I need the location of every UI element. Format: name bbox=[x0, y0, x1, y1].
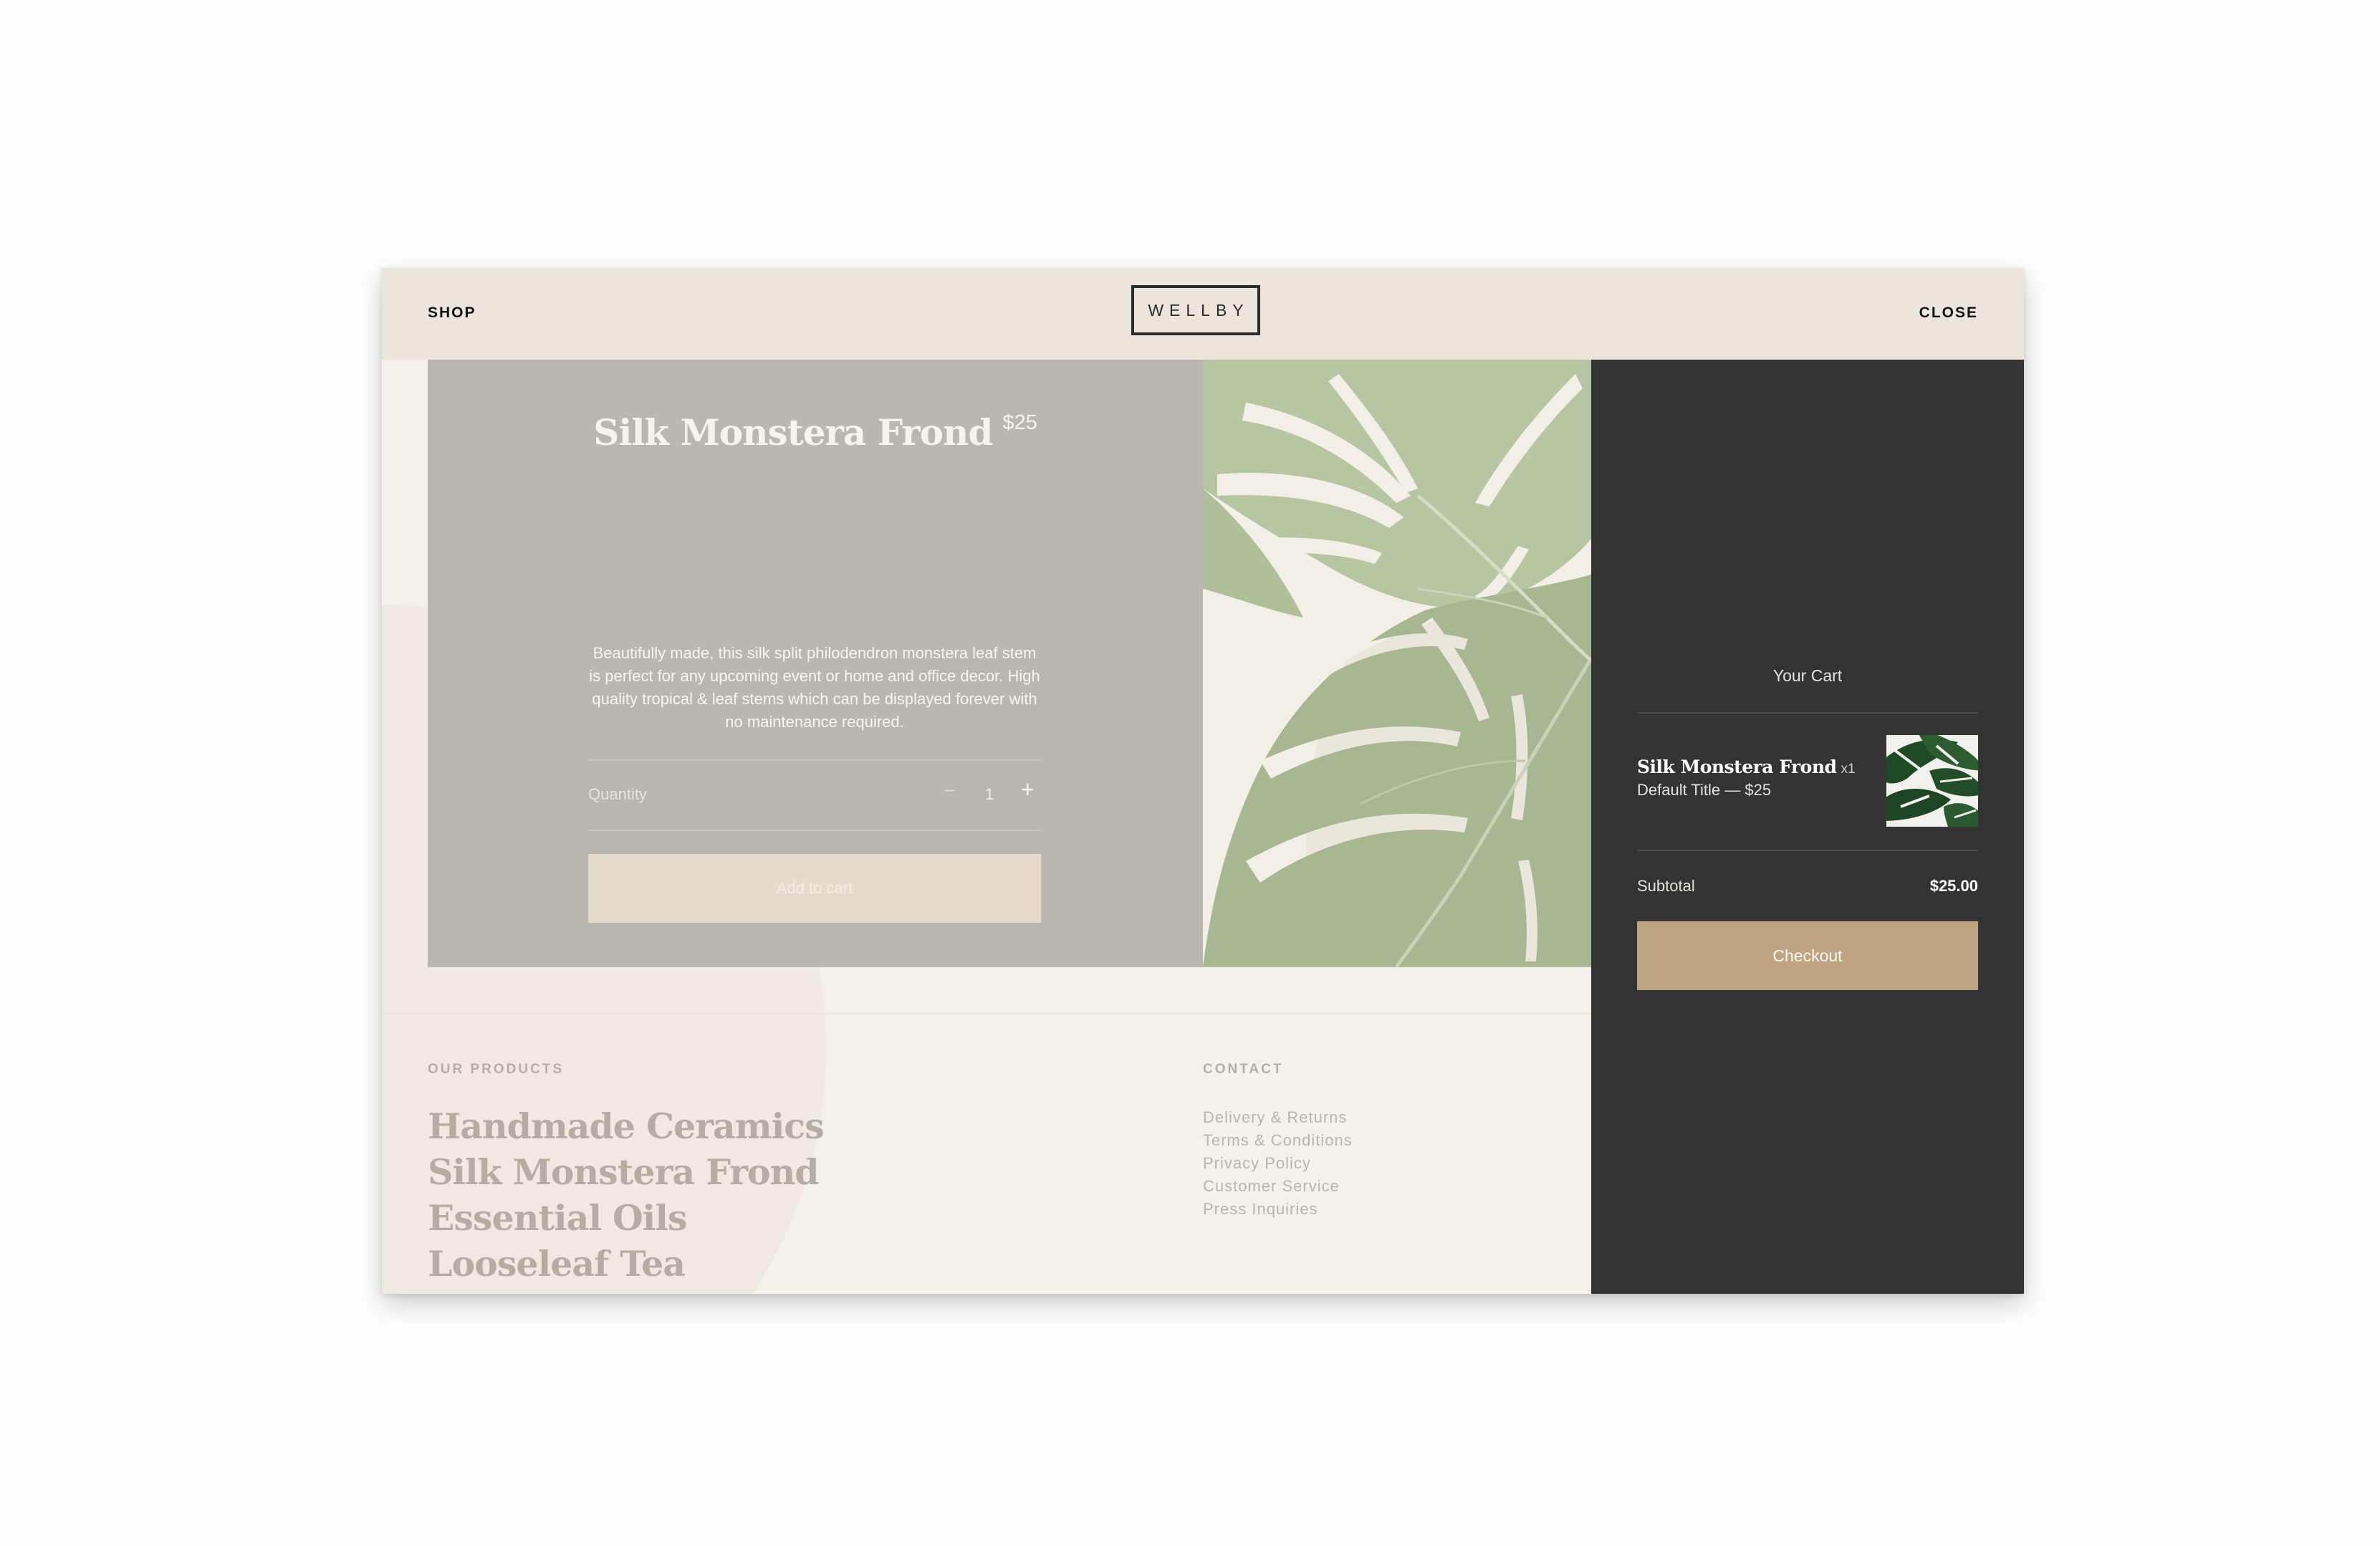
quantity-increment-button[interactable]: + bbox=[1021, 777, 1035, 803]
site-header: SHOP WELLBY CLOSE bbox=[382, 268, 2024, 360]
product-link-silk-monstera-frond[interactable]: Silk Monstera Frond bbox=[428, 1149, 824, 1195]
quantity-label: Quantity bbox=[588, 785, 647, 803]
press-inquiries-link[interactable]: Press Inquiries bbox=[1203, 1198, 1353, 1221]
product-title: Silk Monstera Frond bbox=[593, 411, 993, 453]
product-link-looseleaf-tea[interactable]: Looseleaf Tea bbox=[428, 1241, 824, 1287]
monstera-leaf-thumbnail-icon bbox=[1886, 735, 1978, 827]
checkout-button[interactable]: Checkout bbox=[1637, 921, 1978, 990]
cart-item-name[interactable]: Silk Monstera Frond bbox=[1637, 757, 1837, 777]
add-to-cart-label: Add to cart bbox=[776, 879, 853, 897]
contact-links: Delivery & Returns Terms & Conditions Pr… bbox=[1203, 1106, 1353, 1221]
product-link-handmade-ceramics[interactable]: Handmade Ceramics bbox=[428, 1103, 825, 1149]
cart-item-quantity: x1 bbox=[1841, 762, 1856, 777]
shop-link[interactable]: SHOP bbox=[428, 304, 476, 322]
cart-item-heading: Silk Monstera Frond x1 bbox=[1637, 757, 1856, 777]
monstera-leaf-image bbox=[1203, 360, 1591, 967]
store-window: SHOP WELLBY CLOSE Silk Monstera Frond $25… bbox=[382, 268, 2024, 1294]
subtotal-label: Subtotal bbox=[1637, 877, 1695, 895]
monstera-leaf-illustration bbox=[1203, 360, 1591, 967]
product-price: $25 bbox=[1002, 411, 1037, 434]
quantity-row: Quantity − 1 + bbox=[588, 759, 1041, 831]
cart-drawer: Your Cart Silk Monstera Frond x1 Default … bbox=[1591, 360, 2024, 1294]
quantity-decrement-button[interactable]: − bbox=[944, 779, 955, 802]
our-products-heading: OUR PRODUCTS bbox=[428, 1062, 565, 1077]
terms-conditions-link[interactable]: Terms & Conditions bbox=[1203, 1129, 1353, 1152]
checkout-label: Checkout bbox=[1772, 946, 1843, 965]
footer-divider bbox=[382, 1013, 1591, 1014]
add-to-cart-button[interactable]: Add to cart bbox=[588, 854, 1041, 923]
customer-service-link[interactable]: Customer Service bbox=[1203, 1175, 1353, 1198]
quantity-value[interactable]: 1 bbox=[985, 785, 994, 804]
logo-text: WELLBY bbox=[1148, 300, 1249, 320]
subtotal-value: $25.00 bbox=[1929, 877, 1978, 895]
products-list: Handmade Ceramics Silk Monstera Frond Es… bbox=[428, 1103, 825, 1287]
product-description: Beautifully made, this silk split philod… bbox=[589, 644, 1040, 731]
product-link-essential-oils[interactable]: Essential Oils bbox=[428, 1195, 824, 1241]
wellby-logo[interactable]: WELLBY bbox=[1131, 285, 1260, 335]
contact-heading: CONTACT bbox=[1203, 1062, 1284, 1077]
cart-item-variant: Default Title — $25 bbox=[1637, 781, 1772, 799]
cart-divider bbox=[1637, 712, 1978, 714]
cart-divider bbox=[1637, 850, 1978, 851]
delivery-returns-link[interactable]: Delivery & Returns bbox=[1203, 1106, 1353, 1129]
product-heading: Silk Monstera Frond $25 bbox=[428, 411, 1203, 453]
cart-item-thumbnail[interactable] bbox=[1886, 735, 1978, 827]
product-detail-panel: Silk Monstera Frond $25 Beautifully made,… bbox=[428, 360, 1203, 967]
close-cart-link[interactable]: CLOSE bbox=[1919, 304, 1978, 322]
cart-title: Your Cart bbox=[1772, 666, 1843, 685]
privacy-policy-link[interactable]: Privacy Policy bbox=[1203, 1152, 1353, 1175]
